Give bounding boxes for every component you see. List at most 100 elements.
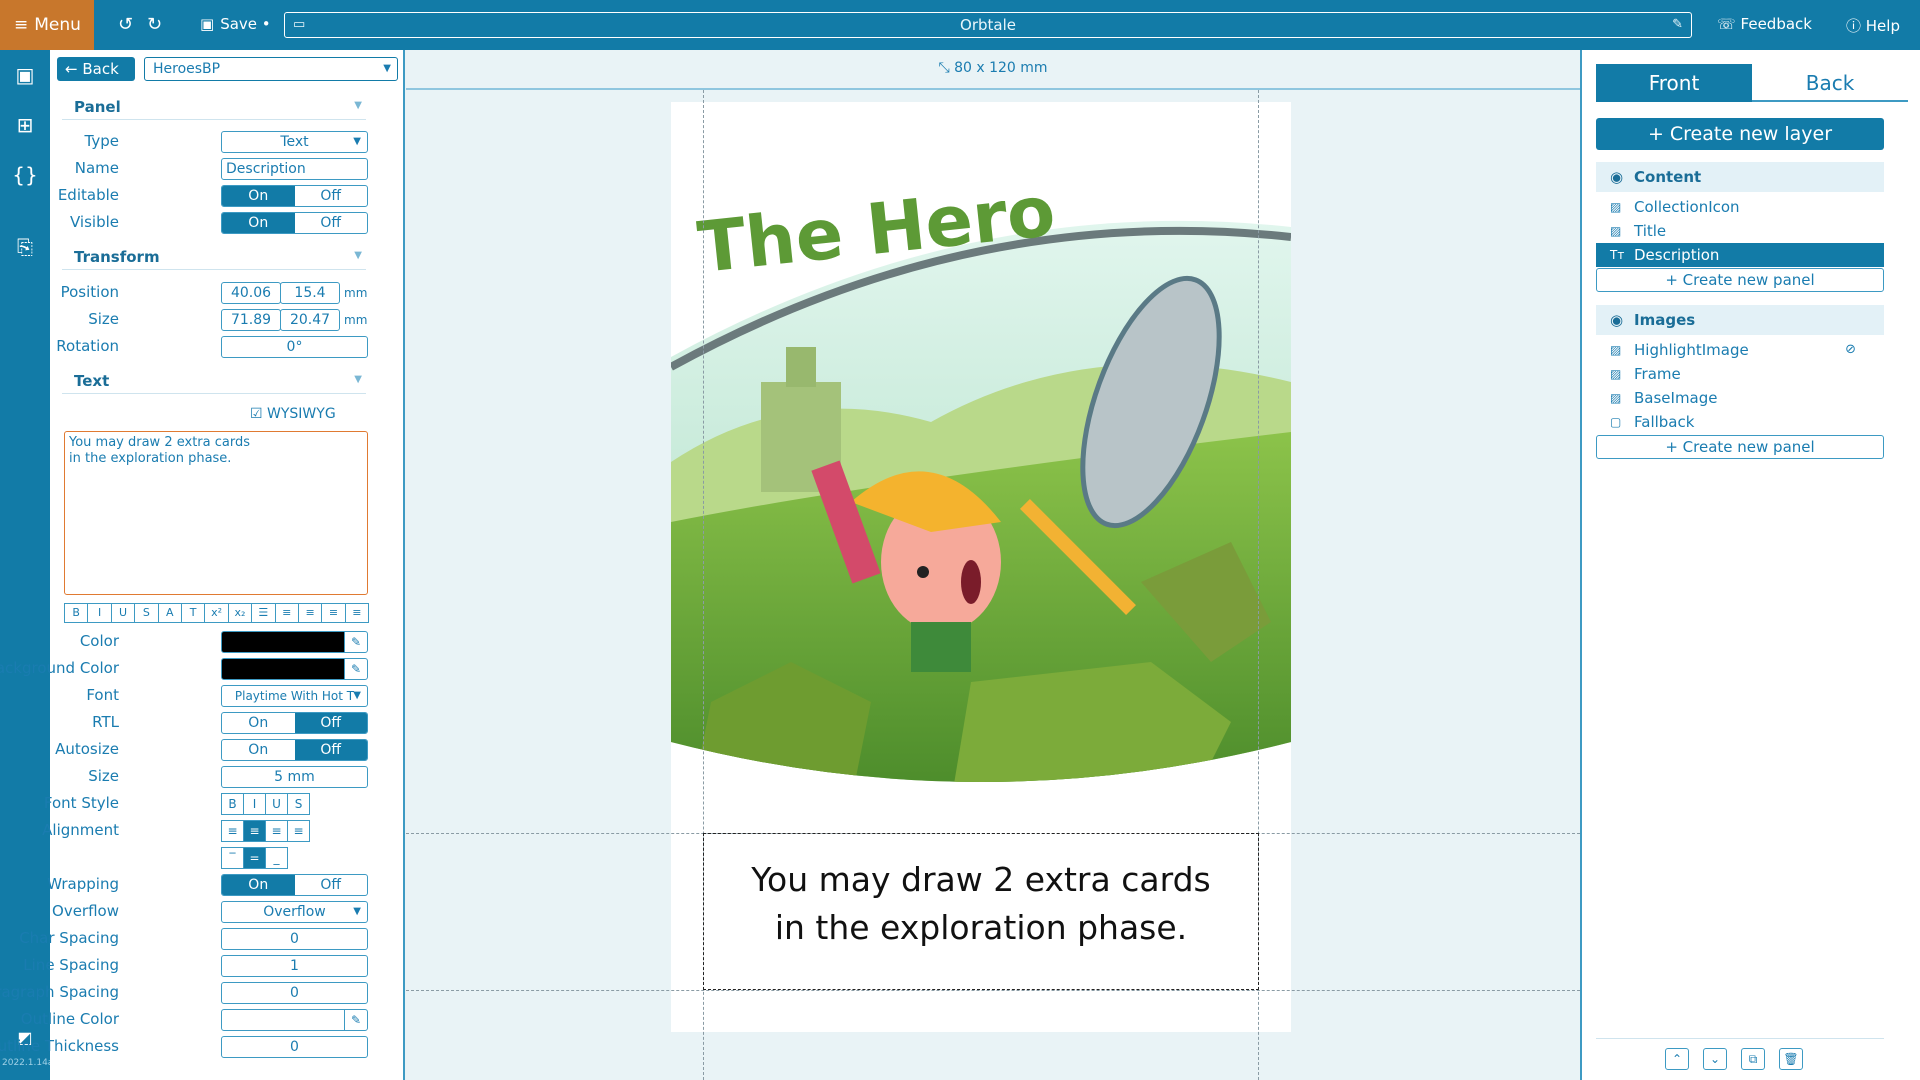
tab-front[interactable]: Front <box>1596 64 1752 102</box>
layer-frame[interactable]: ▨ Frame <box>1596 362 1884 386</box>
bold-icon[interactable]: B <box>64 603 89 623</box>
rtl-toggle[interactable]: On Off <box>221 712 368 734</box>
align-bottom-icon[interactable]: _ <box>265 847 288 869</box>
align-right-icon[interactable]: ≡ <box>321 603 346 623</box>
folder-icon[interactable]: ▭ <box>293 13 305 37</box>
italic-icon[interactable]: I <box>243 793 266 815</box>
position-x-input[interactable]: 40.06 <box>221 282 281 304</box>
panel-section-header[interactable]: Panel ▼ <box>62 98 366 120</box>
project-title-field[interactable]: ▭ Orbtale ✎ <box>284 12 1692 38</box>
content-group-header[interactable]: ◉ Content <box>1596 162 1884 192</box>
layer-base-image[interactable]: ▨ BaseImage <box>1596 386 1884 410</box>
autosize-toggle[interactable]: On Off <box>221 739 368 761</box>
create-panel-images-button[interactable]: + Create new panel <box>1596 435 1884 459</box>
type-select[interactable]: Text ▼ <box>221 131 368 153</box>
eye-off-icon[interactable]: ⊘ <box>1845 338 1856 362</box>
font-select[interactable]: Playtime With Hot T ▼ <box>221 685 368 707</box>
export-icon[interactable]: ⎘ <box>12 234 38 260</box>
menu-button[interactable]: ≡ Menu <box>0 0 94 50</box>
autosize-off[interactable]: Off <box>294 740 367 760</box>
blueprint-select[interactable]: HeroesBP ▼ <box>144 57 398 81</box>
list-icon[interactable]: ☰ <box>251 603 276 623</box>
subscript-icon[interactable]: x₂ <box>227 603 253 623</box>
outline-thickness-input[interactable]: 0 <box>221 1036 368 1058</box>
editable-on[interactable]: On <box>222 186 295 206</box>
visible-off[interactable]: Off <box>295 213 368 233</box>
line-spacing-input[interactable]: 1 <box>221 955 368 977</box>
strikethrough-icon[interactable]: S <box>134 603 159 623</box>
visible-on[interactable]: On <box>222 213 295 233</box>
eyedropper-icon[interactable]: ✎ <box>344 1009 368 1031</box>
align-right-icon[interactable]: ≡ <box>265 820 288 842</box>
create-new-layer-button[interactable]: + Create new layer <box>1596 118 1884 150</box>
size-width-input[interactable]: 71.89 <box>221 309 281 331</box>
name-input[interactable]: Description <box>221 158 368 180</box>
font-size-input[interactable]: 5 mm <box>221 766 368 788</box>
create-panel-content-button[interactable]: + Create new panel <box>1596 268 1884 292</box>
redo-icon[interactable]: ↻ <box>147 15 162 35</box>
text-color-icon[interactable]: A <box>157 603 182 623</box>
rtl-off[interactable]: Off <box>294 713 367 733</box>
background-color-swatch[interactable] <box>221 658 345 680</box>
visible-toggle[interactable]: On Off <box>221 212 368 234</box>
rotation-input[interactable]: 0° <box>221 336 368 358</box>
align-top-icon[interactable]: ‾ <box>221 847 244 869</box>
layer-title[interactable]: ▨ Title <box>1596 219 1884 243</box>
editable-off[interactable]: Off <box>295 186 368 206</box>
font-size-icon[interactable]: T <box>180 603 206 623</box>
wrapping-toggle[interactable]: On Off <box>221 874 368 896</box>
align-center-icon[interactable]: ≡ <box>297 603 323 623</box>
trash-icon[interactable]: 🗑 <box>1779 1048 1803 1070</box>
align-left-icon[interactable]: ≡ <box>221 820 244 842</box>
chevron-down-icon[interactable]: ⌄ <box>1703 1048 1727 1070</box>
images-group-header[interactable]: ◉ Images <box>1596 305 1884 335</box>
align-middle-icon[interactable]: = <box>243 847 266 869</box>
paragraph-spacing-input[interactable]: 0 <box>221 982 368 1004</box>
help-button[interactable]: ⓘ Help <box>1846 15 1900 36</box>
wrapping-on[interactable]: On <box>222 875 295 895</box>
align-left-icon[interactable]: ≡ <box>274 603 299 623</box>
superscript-icon[interactable]: x² <box>204 603 229 623</box>
back-button[interactable]: ← Back <box>57 57 135 81</box>
align-justify-icon[interactable]: ≡ <box>287 820 310 842</box>
underline-icon[interactable]: U <box>265 793 288 815</box>
outline-color-swatch[interactable] <box>221 1009 345 1031</box>
undo-icon[interactable]: ↺ <box>118 15 133 35</box>
bold-icon[interactable]: B <box>221 793 244 815</box>
wrapping-off[interactable]: Off <box>295 875 368 895</box>
transform-section-header[interactable]: Transform ▼ <box>62 248 366 270</box>
layer-fallback[interactable]: ▢ Fallback <box>1596 410 1884 434</box>
position-y-input[interactable]: 15.4 <box>280 282 340 304</box>
eyedropper-icon[interactable]: ✎ <box>344 658 368 680</box>
align-justify-icon[interactable]: ≡ <box>344 603 370 623</box>
card-editor-icon[interactable]: ▣ <box>12 62 38 88</box>
description-text-box[interactable]: You may draw 2 extra cards in the explor… <box>703 833 1259 990</box>
card-canvas[interactable]: ⤡ 80 x 120 mm The Hero You may draw 2 ex… <box>406 50 1580 1080</box>
eye-icon[interactable]: ◉ <box>1610 162 1623 192</box>
feedback-button[interactable]: ☏ Feedback <box>1717 15 1812 33</box>
chevron-up-icon[interactable]: ⌃ <box>1665 1048 1689 1070</box>
char-spacing-input[interactable]: 0 <box>221 928 368 950</box>
italic-icon[interactable]: I <box>87 603 112 623</box>
rtl-on[interactable]: On <box>222 713 295 733</box>
layer-description[interactable]: Tт Description <box>1596 243 1884 267</box>
strikethrough-icon[interactable]: S <box>287 793 310 815</box>
editable-toggle[interactable]: On Off <box>221 185 368 207</box>
eyedropper-icon[interactable]: ✎ <box>344 631 368 653</box>
text-content-area[interactable]: You may draw 2 extra cards in the explor… <box>64 431 368 595</box>
color-swatch[interactable] <box>221 631 345 653</box>
duplicate-icon[interactable]: ⧉ <box>1741 1048 1765 1070</box>
layer-highlight-image[interactable]: ▨ HighlightImage ⊘ <box>1596 338 1884 362</box>
align-center-icon[interactable]: ≡ <box>243 820 266 842</box>
tab-back[interactable]: Back <box>1752 64 1908 102</box>
wysiwyg-checkbox[interactable]: ☑ WYSIWYG <box>250 406 336 422</box>
autosize-on[interactable]: On <box>222 740 295 760</box>
eye-icon[interactable]: ◉ <box>1610 305 1623 335</box>
overflow-select[interactable]: Overflow ▼ <box>221 901 368 923</box>
components-icon[interactable]: ⊞ <box>12 112 38 138</box>
text-section-header[interactable]: Text ▼ <box>62 372 366 394</box>
save-button[interactable]: ▣ Save • <box>200 15 271 33</box>
size-height-input[interactable]: 20.47 <box>280 309 340 331</box>
edit-pen-icon[interactable]: ✎ <box>1672 13 1683 37</box>
underline-icon[interactable]: U <box>110 603 136 623</box>
